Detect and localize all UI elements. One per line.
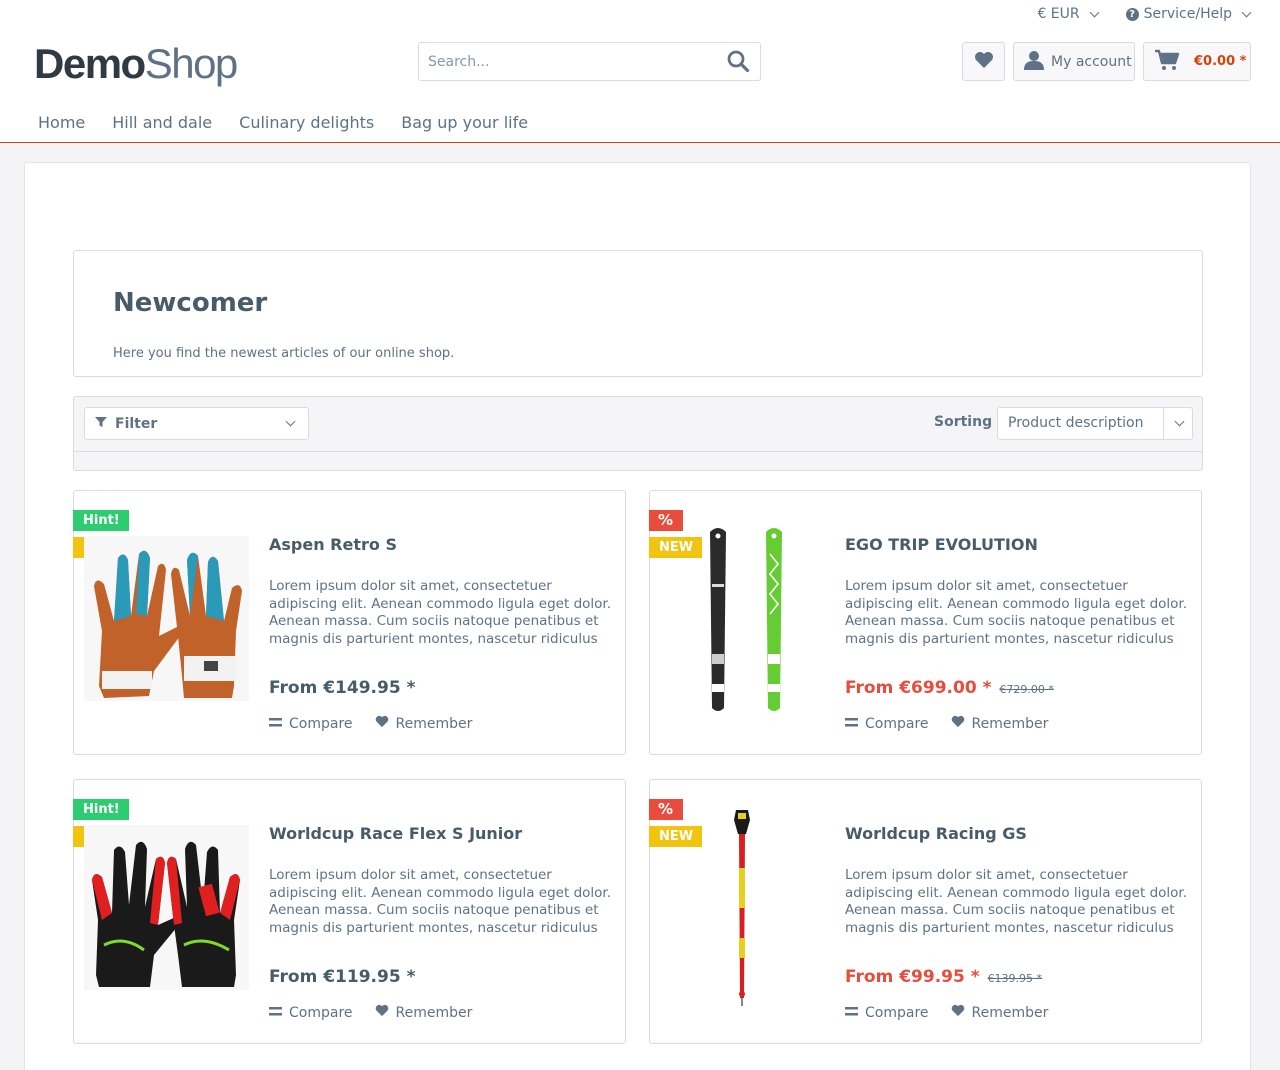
- product-actions: Compare Remember: [845, 715, 1048, 732]
- cart-button[interactable]: €0.00 *: [1143, 42, 1251, 81]
- remember-button[interactable]: Remember: [951, 715, 1049, 732]
- product-box[interactable]: % NEW Worldcup Racing GS Lorem ipsum dol…: [649, 779, 1202, 1044]
- compare-icon: [845, 716, 858, 732]
- chevron-down-icon: [1174, 416, 1185, 427]
- my-account-label: My account: [1051, 53, 1132, 70]
- cart-icon: [1154, 49, 1180, 75]
- nav-item-culinary-delights[interactable]: Culinary delights: [239, 113, 374, 132]
- product-old-price: €139.95 *: [987, 972, 1043, 985]
- search-box: [418, 42, 761, 81]
- wishlist-button[interactable]: [962, 42, 1005, 81]
- nav-item-home[interactable]: Home: [38, 113, 85, 132]
- search-icon[interactable]: [726, 49, 752, 75]
- remember-button[interactable]: Remember: [951, 1004, 1049, 1021]
- compare-label: Compare: [865, 715, 929, 732]
- category-description: Here you find the newest articles of our…: [113, 346, 455, 361]
- product-box[interactable]: Hint! NEW Aspen Retro S Lorem ipsum dolo…: [73, 490, 626, 755]
- logo-shop: Shop: [144, 40, 239, 87]
- product-price: From €119.95 *: [269, 967, 415, 987]
- heart-icon: [375, 715, 389, 732]
- product-price: From €99.95 * €139.95 *: [845, 967, 1042, 987]
- product-description: Lorem ipsum dolor sit amet, consectetuer…: [845, 867, 1188, 936]
- currency-label: € EUR: [1037, 6, 1080, 22]
- hint-badge: Hint!: [73, 510, 129, 531]
- remember-label: Remember: [971, 1004, 1049, 1021]
- search-input[interactable]: [419, 43, 709, 80]
- category-teaser: Newcomer Here you find the newest articl…: [73, 250, 1203, 377]
- chevron-down-icon: [1241, 7, 1252, 18]
- product-actions: Compare Remember: [269, 715, 472, 732]
- compare-button[interactable]: Compare: [845, 1004, 929, 1021]
- compare-label: Compare: [289, 715, 353, 732]
- content-card: Newcomer Here you find the newest articl…: [24, 162, 1251, 1070]
- heart-icon: [974, 51, 994, 73]
- product-title[interactable]: Worldcup Racing GS: [845, 824, 1027, 843]
- compare-icon: [845, 1005, 858, 1021]
- heart-icon: [951, 715, 965, 732]
- compare-button[interactable]: Compare: [269, 1004, 353, 1021]
- compare-label: Compare: [289, 1004, 353, 1021]
- logo-demo: Demo: [34, 40, 146, 87]
- sorting-label: Sorting: [934, 414, 993, 430]
- heart-icon: [375, 1004, 389, 1021]
- currency-selector[interactable]: € EUR: [1037, 6, 1100, 22]
- heart-icon: [951, 1004, 965, 1021]
- sorting-value: Product description: [1008, 415, 1144, 431]
- cart-amount: €0.00 *: [1194, 54, 1247, 69]
- nav-item-hill-and-dale[interactable]: Hill and dale: [112, 113, 212, 132]
- main-navigation: Home Hill and dale Culinary delights Bag…: [38, 113, 528, 132]
- remember-label: Remember: [971, 715, 1049, 732]
- product-image-gloves[interactable]: [84, 531, 249, 706]
- category-title: Newcomer: [113, 288, 268, 318]
- user-icon: [1023, 50, 1045, 74]
- product-price-value: From €119.95 *: [269, 967, 416, 987]
- my-account-button[interactable]: My account: [1013, 42, 1135, 81]
- product-price-value: From €699.00 *: [845, 678, 992, 698]
- product-image-ski-pole[interactable]: [660, 809, 825, 1006]
- product-title[interactable]: EGO TRIP EVOLUTION: [845, 535, 1038, 554]
- compare-icon: [269, 1005, 282, 1021]
- product-actions: Compare Remember: [269, 1004, 472, 1021]
- select-divider: [1163, 408, 1164, 439]
- listing-actions-bar: Filter Sorting Product description: [73, 396, 1203, 471]
- product-description: Lorem ipsum dolor sit amet, consectetuer…: [269, 867, 612, 936]
- product-image-race-gloves[interactable]: [84, 820, 249, 995]
- product-image-skis[interactable]: [660, 527, 825, 711]
- chevron-down-icon: [1089, 7, 1100, 18]
- filter-icon: [95, 416, 107, 432]
- product-price: From €699.00 * €729.00 *: [845, 678, 1054, 698]
- product-title[interactable]: Aspen Retro S: [269, 535, 397, 554]
- remember-label: Remember: [395, 715, 473, 732]
- top-navigation: € EUR ? Service/Help: [1037, 6, 1252, 22]
- remember-label: Remember: [395, 1004, 473, 1021]
- chevron-down-icon: [285, 416, 296, 427]
- product-price: From €149.95 *: [269, 678, 415, 698]
- shop-logo[interactable]: DemoShop: [34, 40, 239, 88]
- site-header: € EUR ? Service/Help DemoShop My account: [0, 0, 1280, 143]
- product-price-value: From €149.95 *: [269, 678, 416, 698]
- product-title[interactable]: Worldcup Race Flex S Junior: [269, 824, 522, 843]
- compare-button[interactable]: Compare: [269, 715, 353, 732]
- service-help-menu[interactable]: ? Service/Help: [1125, 6, 1252, 22]
- filter-button[interactable]: Filter: [84, 407, 309, 440]
- remember-button[interactable]: Remember: [375, 715, 473, 732]
- sorting-select[interactable]: Product description: [997, 407, 1193, 440]
- filter-label: Filter: [115, 415, 158, 432]
- nav-item-bag-up-your-life[interactable]: Bag up your life: [401, 113, 528, 132]
- compare-button[interactable]: Compare: [845, 715, 929, 732]
- compare-label: Compare: [865, 1004, 929, 1021]
- help-icon: ?: [1125, 7, 1139, 21]
- compare-icon: [269, 716, 282, 732]
- service-help-label: Service/Help: [1143, 6, 1232, 22]
- product-old-price: €729.00 *: [999, 683, 1054, 696]
- product-description: Lorem ipsum dolor sit amet, consectetuer…: [845, 578, 1188, 647]
- product-box[interactable]: Hint! NEW Worldcup Race Flex S Junior Lo…: [73, 779, 626, 1044]
- product-actions: Compare Remember: [845, 1004, 1048, 1021]
- product-box[interactable]: % NEW EGO TRIP EVOLUTION Lorem ipsum dol…: [649, 490, 1202, 755]
- hint-badge: Hint!: [73, 799, 129, 820]
- product-description: Lorem ipsum dolor sit amet, consectetuer…: [269, 578, 612, 647]
- remember-button[interactable]: Remember: [375, 1004, 473, 1021]
- product-price-value: From €99.95 *: [845, 967, 980, 987]
- filter-bar-divider: [74, 451, 1202, 452]
